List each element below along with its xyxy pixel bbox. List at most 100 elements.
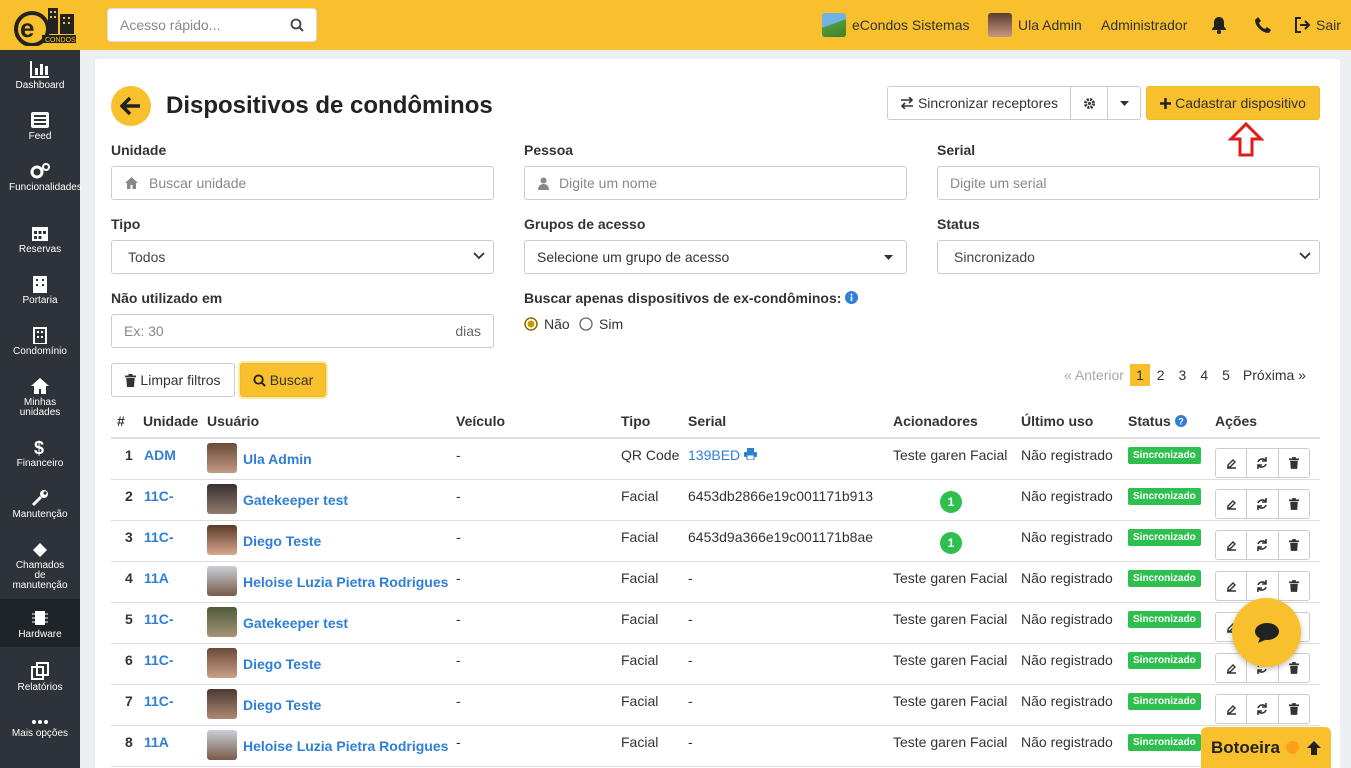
sidebar-item-mais-opcoes[interactable]: Mais opções: [0, 718, 80, 739]
trash-icon[interactable]: [1279, 449, 1309, 477]
sidebar-item-funcionalidades[interactable]: Funcionalidades: [0, 162, 82, 193]
econdos-logo[interactable]: e CONDOS: [12, 4, 78, 47]
sidebar-item-relatorios[interactable]: Relatórios: [0, 662, 80, 693]
quick-access-input[interactable]: [120, 17, 280, 33]
role-label[interactable]: Administrador: [1101, 0, 1187, 50]
pagination-next[interactable]: Próxima »: [1243, 367, 1306, 383]
refresh-icon[interactable]: [1247, 572, 1279, 600]
refresh-icon[interactable]: [1247, 449, 1279, 477]
status-select[interactable]: Sincronizado: [937, 240, 1320, 274]
unidade-link[interactable]: 11C-: [144, 652, 174, 668]
sidebar-item-condominio[interactable]: Condomínio: [0, 326, 80, 357]
refresh-icon[interactable]: [1247, 695, 1279, 723]
arrow-up-icon[interactable]: [1306, 740, 1322, 756]
grupos-select[interactable]: Selecione um grupo de acesso: [524, 240, 907, 274]
pessoa-search-input[interactable]: Digite um nome: [524, 166, 907, 200]
serial-link[interactable]: 139BED: [688, 447, 758, 463]
chart-icon: [30, 61, 49, 78]
edit-icon[interactable]: [1216, 572, 1248, 600]
botoeira-panel[interactable]: Botoeira: [1201, 727, 1331, 768]
sidebar-item-dashboard[interactable]: Dashboard: [0, 60, 80, 91]
page-5[interactable]: 5: [1219, 364, 1233, 386]
sidebar-item-minhas-unidades[interactable]: Minhas unidades: [0, 377, 80, 418]
back-button[interactable]: [111, 86, 151, 126]
usuario-link[interactable]: Gatekeeper test: [243, 615, 348, 631]
tipo-value: Facial: [621, 652, 659, 668]
search-button[interactable]: Buscar: [240, 363, 326, 397]
edit-icon[interactable]: [1216, 531, 1248, 559]
add-device-button[interactable]: Cadastrar dispositivo: [1146, 86, 1320, 120]
unidade-link[interactable]: ADM: [144, 447, 176, 463]
usuario-link[interactable]: Diego Teste: [243, 697, 321, 713]
sidebar-item-portaria[interactable]: Portaria: [0, 275, 80, 306]
ultimo-uso-value: Não registrado: [1021, 529, 1113, 545]
usuario-link[interactable]: Heloise Luzia Pietra Rodrigues: [243, 738, 448, 754]
page-1[interactable]: 1: [1129, 364, 1150, 386]
sidebar-item-feed[interactable]: Feed: [0, 111, 80, 142]
radio-nao[interactable]: Não: [524, 316, 570, 332]
page-3[interactable]: 3: [1176, 364, 1190, 386]
unidade-link[interactable]: 11A: [144, 570, 169, 586]
sidebar-item-financeiro[interactable]: $ Financeiro: [0, 438, 80, 469]
user-menu[interactable]: Ula Admin: [988, 0, 1082, 50]
usuario-link[interactable]: Ula Admin: [243, 451, 312, 467]
arrow-up-annotation-icon: [1227, 121, 1265, 161]
logout-icon: [1295, 17, 1311, 33]
search-icon[interactable]: [290, 18, 304, 35]
serial-search-input[interactable]: Digite um serial: [937, 166, 1320, 200]
unidade-link[interactable]: 11C-: [144, 488, 174, 504]
info-icon[interactable]: [845, 291, 859, 304]
usuario-link[interactable]: Diego Teste: [243, 656, 321, 672]
unidade-link[interactable]: 11A: [144, 734, 169, 750]
edit-icon[interactable]: [1216, 490, 1248, 518]
edit-icon[interactable]: [1216, 449, 1248, 477]
col-header-unidade: Unidade: [143, 413, 199, 429]
page-4[interactable]: 4: [1197, 364, 1211, 386]
refresh-icon[interactable]: [1247, 531, 1279, 559]
trash-icon[interactable]: [1279, 531, 1309, 559]
acionadores-count-badge[interactable]: 1: [940, 532, 962, 554]
sync-receivers-button[interactable]: Sincronizar receptores: [887, 86, 1071, 120]
unidade-link[interactable]: 11C-: [144, 693, 174, 709]
page-2[interactable]: 2: [1154, 364, 1168, 386]
bell-icon[interactable]: [1209, 0, 1229, 50]
settings-button[interactable]: [1070, 86, 1108, 120]
sidebar-item-reservas[interactable]: Reservas: [0, 224, 80, 255]
clear-filters-button[interactable]: Limpar filtros: [111, 363, 235, 397]
veiculo-value: -: [456, 570, 461, 586]
radio-sim[interactable]: Sim: [579, 316, 623, 332]
unidade-link[interactable]: 11C-: [144, 529, 174, 545]
sidebar-item-hardware[interactable]: Hardware: [0, 599, 80, 647]
usuario-link[interactable]: Gatekeeper test: [243, 492, 348, 508]
nao-utilizado-input[interactable]: Ex: 30 dias: [111, 314, 494, 348]
phone-icon[interactable]: [1254, 0, 1272, 50]
svg-text:?: ?: [1178, 417, 1184, 427]
radio-unchecked-icon: [579, 317, 593, 331]
row-actions: [1215, 448, 1310, 478]
unidade-link[interactable]: 11C-: [144, 611, 174, 627]
trash-icon[interactable]: [1279, 572, 1309, 600]
usuario-link[interactable]: Heloise Luzia Pietra Rodrigues: [243, 574, 448, 590]
table-row: 7 11C- Diego Teste - Facial - Teste garen Faci…: [111, 685, 1320, 726]
trash-icon[interactable]: [1279, 490, 1309, 518]
sidebar-item-manutencao[interactable]: Manutenção: [0, 489, 80, 520]
serial-value: 6453d9a366e19c001171b8ae: [688, 529, 874, 545]
chat-button[interactable]: [1232, 598, 1301, 667]
unidade-search-input[interactable]: Buscar unidade: [111, 166, 494, 200]
sidebar-item-chamados[interactable]: Chamados de manutenção: [0, 540, 80, 591]
question-icon[interactable]: ?: [1174, 415, 1187, 427]
logout-button[interactable]: Sair: [1294, 0, 1341, 50]
table-row: 8 11A Heloise Luzia Pietra Rodrigues - Facia…: [111, 726, 1320, 767]
trash-icon[interactable]: [1279, 695, 1309, 723]
refresh-icon[interactable]: [1247, 490, 1279, 518]
more-options-dropdown[interactable]: [1107, 86, 1141, 120]
dollar-icon: $: [34, 438, 44, 456]
acionadores-count-badge[interactable]: 1: [940, 491, 962, 513]
tipo-select[interactable]: Todos: [111, 240, 494, 274]
quick-access-search[interactable]: [107, 8, 317, 42]
print-icon[interactable]: [744, 448, 758, 461]
condo-selector[interactable]: eCondos Sistemas: [822, 0, 970, 50]
edit-icon[interactable]: [1216, 695, 1248, 723]
usuario-link[interactable]: Diego Teste: [243, 533, 321, 549]
row-number: 7: [125, 693, 133, 709]
